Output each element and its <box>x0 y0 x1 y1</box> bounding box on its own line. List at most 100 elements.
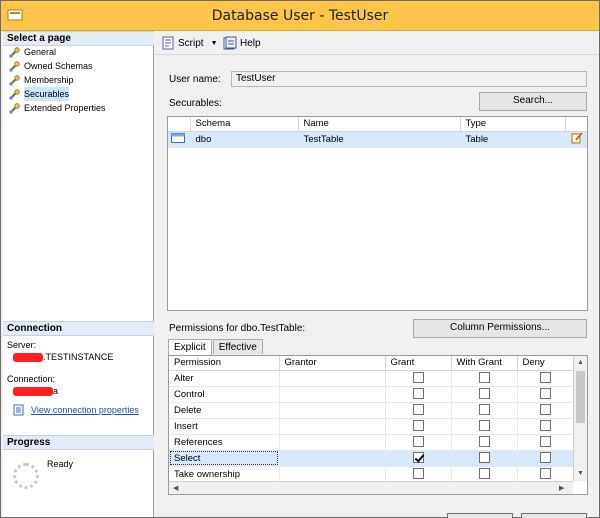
permissions-horizontal-scrollbar[interactable]: ◀ ▶ <box>169 481 573 494</box>
grant-checkbox[interactable] <box>412 452 424 464</box>
select-page-header: Select a page <box>3 31 154 46</box>
permission-name-cell: Insert <box>169 418 280 435</box>
with-grant-cell <box>451 450 518 467</box>
left-pane: Select a page General Owned Schemas Member… <box>3 31 154 517</box>
permission-name-cell: Alter <box>169 370 280 387</box>
with-grant-cell <box>451 402 518 419</box>
scroll-up-icon[interactable]: ▲ <box>577 359 584 366</box>
perm-col-grant[interactable]: Grant <box>385 356 452 371</box>
script-label: Script <box>178 37 204 49</box>
page-item-membership[interactable]: Membership <box>9 73 106 87</box>
page-item-label: Membership <box>24 75 74 85</box>
with-grant-checkbox[interactable] <box>478 372 490 384</box>
permissions-label: Permissions for dbo.TestTable: <box>169 323 306 334</box>
permission-name-cell: Take ownership <box>169 466 280 483</box>
page-item-label: Extended Properties <box>24 103 106 113</box>
perm-col-with-grant[interactable]: With Grant <box>451 356 518 371</box>
page-item-extended-properties[interactable]: Extended Properties <box>9 101 106 115</box>
page-item-owned-schemas[interactable]: Owned Schemas <box>9 59 106 73</box>
with-grant-cell <box>451 466 518 483</box>
grant-checkbox[interactable] <box>412 436 424 448</box>
search-button[interactable]: Search... <box>479 92 587 111</box>
deny-checkbox[interactable] <box>540 372 552 384</box>
scroll-left-icon[interactable]: ◀ <box>173 484 178 492</box>
securable-edit-cell[interactable] <box>565 131 587 148</box>
securables-col-schema[interactable]: Schema <box>190 117 299 132</box>
view-connection-link-text[interactable]: View connection properties <box>31 405 139 415</box>
tab-explicit[interactable]: Explicit <box>168 339 212 355</box>
grant-cell <box>385 434 452 451</box>
deny-checkbox[interactable] <box>540 436 552 448</box>
permission-name-cell: References <box>169 434 280 451</box>
perm-col-grantor[interactable]: Grantor <box>279 356 386 371</box>
grant-checkbox[interactable] <box>412 468 424 480</box>
with-grant-cell <box>451 386 518 403</box>
with-grant-checkbox[interactable] <box>478 404 490 416</box>
deny-checkbox[interactable] <box>540 388 552 400</box>
securables-page: User name: TestUser Securables: Search..… <box>155 56 599 517</box>
deny-checkbox[interactable] <box>540 420 552 432</box>
deny-cell <box>517 466 574 483</box>
grantor-cell <box>279 434 386 451</box>
table-row[interactable]: dbo TestTable Table <box>168 131 587 148</box>
table-row[interactable]: Select <box>169 450 574 467</box>
server-value-text: .TESTINSTANCE <box>43 352 114 362</box>
table-row[interactable]: Alter <box>169 370 574 387</box>
progress-status: Ready <box>47 459 74 469</box>
with-grant-checkbox[interactable] <box>478 388 490 400</box>
perm-col-deny[interactable]: Deny <box>517 356 574 371</box>
with-grant-checkbox[interactable] <box>478 468 490 480</box>
scrollbar-thumb[interactable] <box>576 371 585 423</box>
deny-checkbox[interactable] <box>540 404 552 416</box>
edit-properties-icon <box>571 132 583 143</box>
page-item-label: Securables <box>24 87 70 101</box>
scroll-right-icon[interactable]: ▶ <box>559 484 564 492</box>
securables-col-name[interactable]: Name <box>298 117 461 132</box>
help-button[interactable]: Help <box>223 36 261 50</box>
view-connection-properties-link[interactable]: View connection properties <box>13 404 139 416</box>
tab-effective[interactable]: Effective <box>212 339 263 354</box>
grant-checkbox[interactable] <box>412 404 424 416</box>
cancel-button[interactable] <box>521 513 587 518</box>
table-row[interactable]: References <box>169 434 574 451</box>
ok-button[interactable] <box>447 513 513 518</box>
wrench-icon <box>9 60 20 71</box>
chevron-down-icon[interactable]: ▼ <box>211 40 218 47</box>
column-permissions-button[interactable]: Column Permissions... <box>413 319 587 338</box>
with-grant-checkbox[interactable] <box>478 436 490 448</box>
connection-label: Connection: <box>7 374 56 384</box>
with-grant-checkbox[interactable] <box>478 420 490 432</box>
grantor-cell <box>279 466 386 483</box>
securable-schema-cell: dbo <box>190 131 299 148</box>
deny-checkbox[interactable] <box>540 468 552 480</box>
table-row[interactable]: Insert <box>169 418 574 435</box>
grant-cell <box>385 450 452 467</box>
table-row[interactable]: Control <box>169 386 574 403</box>
with-grant-checkbox[interactable] <box>478 452 490 464</box>
grant-checkbox[interactable] <box>412 420 424 432</box>
permissions-vertical-scrollbar[interactable]: ▲ ▼ <box>573 356 587 481</box>
with-grant-cell <box>451 370 518 387</box>
permission-name-cell: Control <box>169 386 280 403</box>
user-name-field[interactable]: TestUser <box>231 71 587 87</box>
script-icon <box>162 36 174 50</box>
page-item-general[interactable]: General <box>9 45 106 59</box>
deny-cell <box>517 418 574 435</box>
server-value: .TESTINSTANCE <box>13 352 114 363</box>
toolbar: Script ▼ Help <box>155 31 599 55</box>
perm-col-permission[interactable]: Permission <box>169 356 280 371</box>
scroll-down-icon[interactable]: ▼ <box>577 470 584 477</box>
securables-grid: Schema Name Type dbo TestTable Table <box>167 116 588 311</box>
connection-header: Connection <box>3 321 154 336</box>
page-item-securables[interactable]: Securables <box>9 87 106 101</box>
grant-checkbox[interactable] <box>412 388 424 400</box>
permissions-tabs: Explicit Effective <box>168 339 264 355</box>
deny-checkbox[interactable] <box>540 452 552 464</box>
securables-col-type[interactable]: Type <box>460 117 566 132</box>
grant-checkbox[interactable] <box>412 372 424 384</box>
table-row[interactable]: Take ownership <box>169 466 574 483</box>
table-row[interactable]: Delete <box>169 402 574 419</box>
deny-cell <box>517 370 574 387</box>
table-icon <box>171 132 185 143</box>
script-button[interactable]: Script ▼ <box>161 36 218 50</box>
